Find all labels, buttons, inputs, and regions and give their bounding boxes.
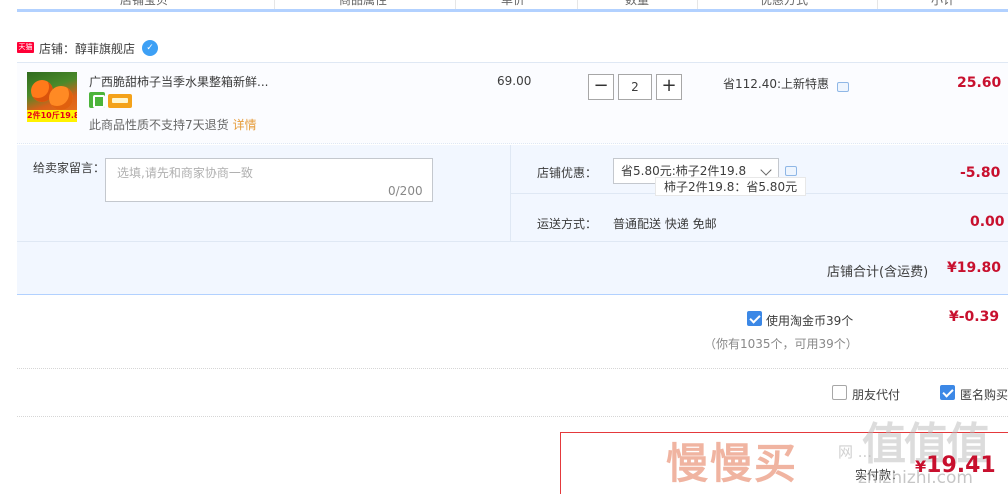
return-policy-detail-link[interactable]: 详情 bbox=[233, 118, 257, 132]
quantity-decrease-button[interactable]: − bbox=[588, 74, 614, 100]
quantity-increase-button[interactable]: + bbox=[656, 74, 682, 100]
product-title-link[interactable]: 广西脆甜柿子当季水果整箱新鲜... bbox=[89, 73, 268, 90]
header-divider bbox=[697, 0, 698, 9]
persimmon-image bbox=[49, 86, 73, 110]
shop-coupon-selected: 省5.80元:柿子2件19.8 bbox=[621, 164, 747, 178]
header-quantity: 数量 bbox=[625, 0, 650, 7]
header-shop-item: 店铺宝贝 bbox=[120, 0, 169, 7]
item-discount: 省112.40:上新特惠 bbox=[723, 77, 830, 91]
manmanbuy-watermark: 慢慢买 bbox=[666, 439, 799, 488]
cart-header: 店铺宝贝 商品属性 单价 数量 优惠方式 小计 bbox=[17, 0, 1008, 12]
header-discount: 优惠方式 bbox=[760, 0, 809, 7]
section-divider bbox=[17, 368, 1008, 369]
shipping-label: 运送方式： bbox=[537, 217, 598, 231]
header-divider bbox=[577, 0, 578, 9]
return-policy-text: 此商品性质不支持7天退货 bbox=[89, 118, 229, 132]
wangwang-chat-icon[interactable]: ✓ bbox=[142, 40, 158, 56]
use-coins-checkbox[interactable] bbox=[747, 311, 762, 326]
header-divider bbox=[455, 0, 456, 9]
return-policy-notice: 此商品性质不支持7天退货 详情 bbox=[89, 116, 257, 133]
seller-memo-label: 给卖家留言： bbox=[33, 161, 106, 175]
coupon-tooltip: 柿子2件19.8：省5.80元 bbox=[655, 177, 807, 196]
anonymous-purchase-checkbox[interactable] bbox=[940, 385, 955, 400]
header-subtotal: 小计 bbox=[931, 0, 956, 7]
section-divider bbox=[17, 416, 1008, 417]
thumb-promo-text: 2件10斤19.8 bbox=[27, 110, 77, 122]
panel-divider bbox=[17, 241, 1008, 242]
item-subtotal: 25.60 bbox=[957, 75, 1002, 91]
tmall-badge: 天猫 bbox=[17, 42, 34, 53]
use-coins-label[interactable]: 使用淘金币39个 bbox=[766, 312, 853, 329]
discount-info-icon[interactable] bbox=[837, 82, 849, 92]
coupon-info-icon[interactable] bbox=[785, 166, 797, 176]
zhizhizhi-watermark-url: zhizhizhi.com bbox=[858, 468, 973, 488]
seller-memo-counter: 0/200 bbox=[388, 184, 423, 198]
anonymous-purchase-label[interactable]: 匿名购买 bbox=[960, 386, 1008, 403]
friend-pay-label[interactable]: 朋友代付 bbox=[852, 386, 900, 403]
guarantee-icon[interactable] bbox=[89, 92, 105, 108]
seller-memo-placeholder: 选填,请先和商家协商一致 bbox=[117, 166, 253, 180]
header-attributes: 商品属性 bbox=[339, 0, 388, 7]
shop-total-label: 店铺合计(含运费) bbox=[827, 265, 929, 280]
header-divider bbox=[274, 0, 275, 9]
header-divider bbox=[877, 0, 878, 9]
friend-pay-checkbox[interactable] bbox=[832, 385, 847, 400]
shop-total-amount: ¥19.80 bbox=[947, 260, 1002, 276]
shop-coupon-label: 店铺优惠： bbox=[537, 166, 598, 180]
header-price: 单价 bbox=[501, 0, 526, 7]
shop-name-link[interactable]: 店铺：醇菲旗舰店 bbox=[39, 40, 135, 57]
product-thumbnail[interactable]: 2件10斤19.8 bbox=[27, 72, 77, 122]
credit-card-icon[interactable] bbox=[108, 94, 132, 108]
shipping-fee: 0.00 bbox=[970, 214, 1005, 230]
coins-discount-amount: ¥-0.39 bbox=[949, 309, 1000, 325]
chevron-down-icon bbox=[760, 164, 772, 176]
shop-coupon-amount: -5.80 bbox=[960, 165, 1001, 181]
quantity-input[interactable]: 2 bbox=[618, 74, 652, 100]
shipping-method: 普通配送 快递 免邮 bbox=[613, 217, 717, 231]
unit-price: 69.00 bbox=[497, 74, 532, 88]
coins-balance-note: （你有1035个，可用39个） bbox=[704, 337, 858, 351]
